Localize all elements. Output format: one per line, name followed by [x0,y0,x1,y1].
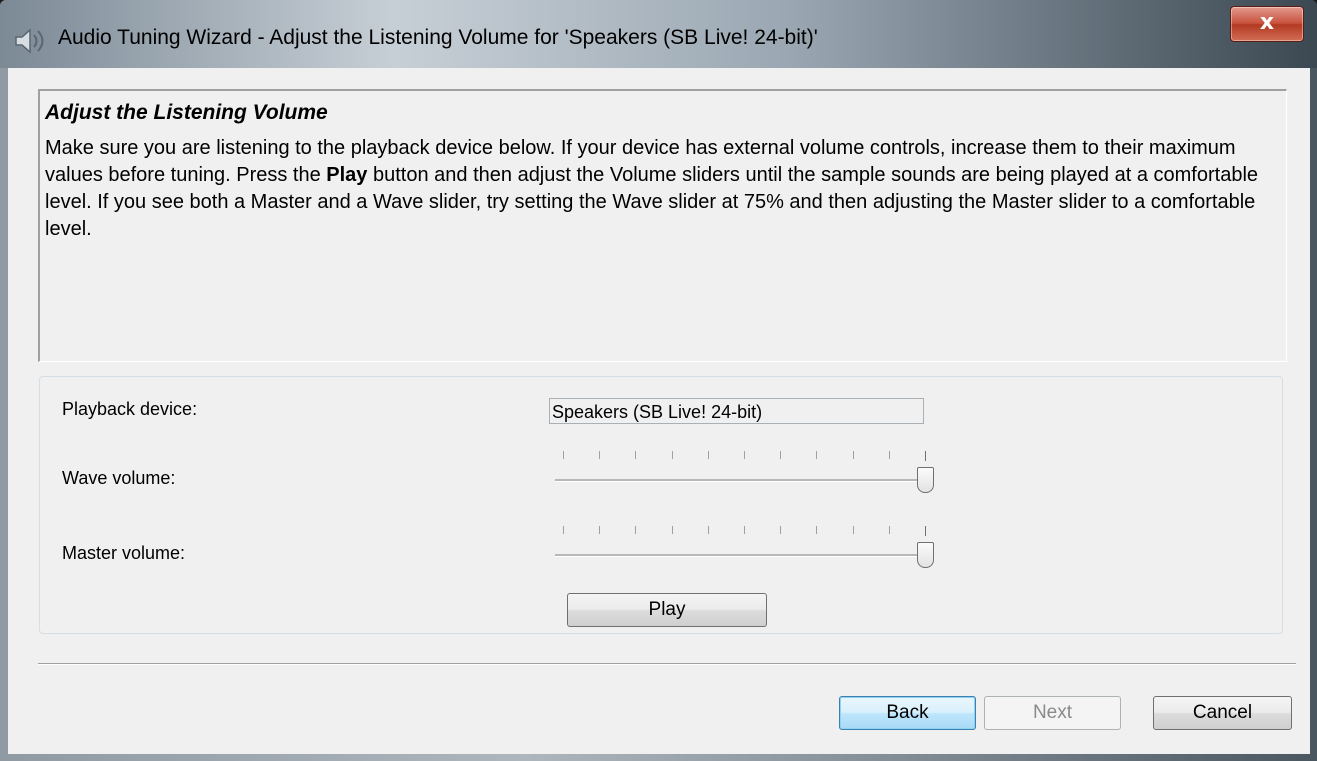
playback-device-label: Playback device: [62,399,198,419]
slider-tick [780,526,782,534]
window-title: Audio Tuning Wizard - Adjust the Listeni… [58,26,818,49]
wave-volume-slider[interactable] [555,451,935,501]
audio-tuning-wizard-window: Audio Tuning Wizard - Adjust the Listeni… [0,0,1317,761]
slider-tick [852,451,854,459]
next-button[interactable]: Next [984,696,1121,730]
slider-tick [816,451,818,459]
wizard-client-area: Adjust the Listening Volume Make sure yo… [8,68,1310,754]
slider-tick [599,526,601,534]
title-bar[interactable]: Audio Tuning Wizard - Adjust the Listeni… [0,0,1317,68]
playback-device-field: Speakers (SB Live! 24-bit) [549,398,924,424]
slider-tick [599,451,601,459]
slider-tick [925,526,926,536]
instructions-panel: Adjust the Listening Volume Make sure yo… [38,89,1287,362]
slider-tick [707,451,709,459]
master-volume-slider[interactable] [555,526,935,576]
footer-separator [38,663,1296,665]
master-volume-label: Master volume: [62,543,186,563]
slider-tick [635,526,637,534]
speaker-icon [15,28,44,54]
back-button[interactable]: Back [839,696,976,730]
slider-tick [816,526,818,534]
slider-tick [635,451,637,459]
slider-tick [563,526,564,534]
volume-settings-group: Playback device: Speakers (SB Live! 24-b… [39,376,1283,634]
close-icon: x [1259,10,1275,35]
master-volume-track [555,554,933,557]
slider-tick [852,526,854,534]
page-heading: Adjust the Listening Volume [45,101,328,124]
slider-tick [744,451,745,459]
play-button[interactable]: Play [567,593,767,627]
slider-tick [707,526,709,534]
close-button[interactable]: x [1230,6,1304,42]
wave-volume-thumb[interactable] [917,467,934,493]
wave-volume-track [555,479,933,482]
slider-tick [744,526,745,534]
instructions-text-play-bold: Play [326,164,368,186]
master-volume-ticks [555,526,926,538]
slider-tick [671,451,673,459]
instructions-text: Make sure you are listening to the playb… [45,135,1281,243]
slider-tick [888,451,890,459]
slider-tick [888,526,890,534]
slider-tick [563,451,564,459]
cancel-button[interactable]: Cancel [1153,696,1292,730]
wave-volume-label: Wave volume: [62,468,176,488]
slider-tick [671,526,673,534]
master-volume-thumb[interactable] [917,542,934,568]
wave-volume-ticks [555,451,926,463]
slider-tick [925,451,926,461]
slider-tick [780,451,782,459]
